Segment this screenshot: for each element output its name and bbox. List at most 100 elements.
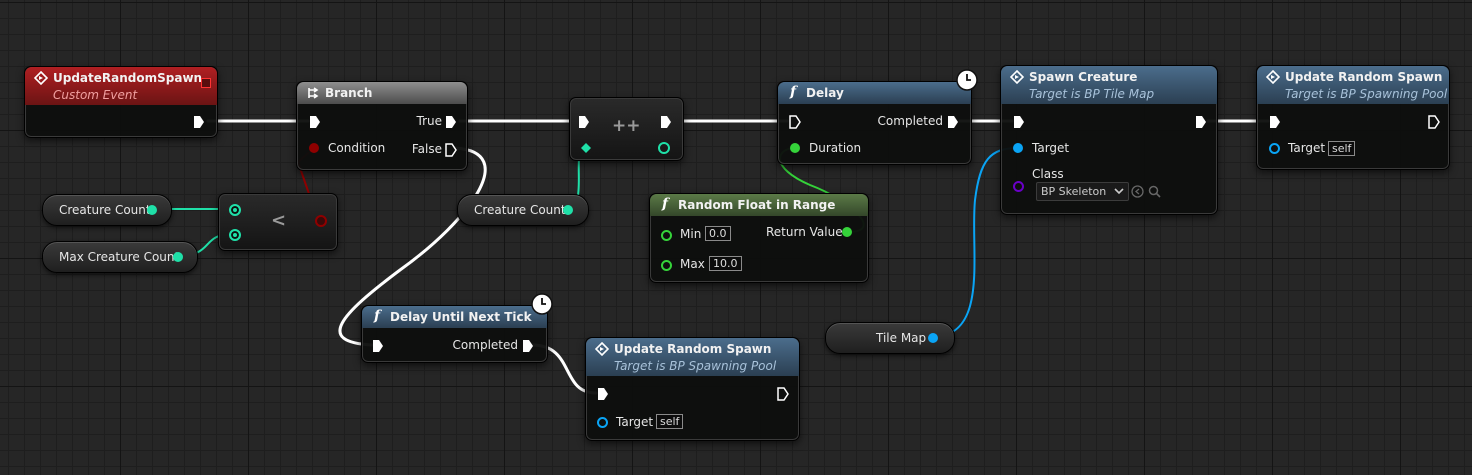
class-dropdown-value: BP Skeleton	[1041, 185, 1107, 198]
function-f-icon: f	[790, 84, 797, 100]
increment-in-diamond-pin[interactable]	[581, 143, 591, 153]
increment-symbol: ++	[612, 116, 641, 136]
update-random-spawn-title-1: Update Random Spawn	[1285, 70, 1443, 84]
random-float-node[interactable]: f Random Float in Range Min 0.0 Return V…	[649, 193, 869, 283]
max-label: Max	[680, 257, 705, 271]
delaytick-exec-out-pin[interactable]	[522, 339, 534, 353]
min-label: Min	[680, 227, 702, 241]
compare-result-pin[interactable]	[315, 215, 327, 227]
function-f-icon: f	[662, 196, 669, 212]
update-random-spawn-header-2: Update Random Spawn Target is BP Spawnin…	[586, 338, 799, 376]
creature-count-out-pin[interactable]	[147, 205, 157, 215]
update-random-spawn-header-1: Update Random Spawn Target is BP Spawnin…	[1257, 66, 1449, 104]
delegate-pin[interactable]	[201, 78, 211, 88]
true-exec-pin[interactable]	[445, 115, 457, 129]
update-random-spawn-node-1[interactable]: Update Random Spawn Target is BP Spawnin…	[1256, 65, 1450, 170]
random-float-title: Random Float in Range	[678, 198, 836, 212]
false-exec-pin[interactable]	[445, 143, 457, 157]
compare-symbol: <	[271, 210, 287, 231]
less-than-node[interactable]: <	[218, 193, 338, 251]
max-creature-count-getter[interactable]: Max Creature Count	[42, 241, 198, 273]
update-target-label-2: Target	[616, 415, 654, 429]
tile-map-getter[interactable]: Tile Map	[825, 322, 955, 354]
delaytick-completed-label: Completed	[452, 338, 518, 352]
update-target-pin-1[interactable]	[1269, 143, 1280, 154]
min-pin[interactable]	[661, 230, 672, 241]
delay-next-tick-title: Delay Until Next Tick	[390, 310, 532, 324]
delay-node[interactable]: f Delay Completed Duration	[777, 81, 972, 165]
custom-event-node[interactable]: UpdateRandomSpawn Custom Event	[24, 66, 218, 138]
false-label: False	[411, 142, 442, 156]
diamond-arrow-icon	[1266, 70, 1280, 84]
creature-count-getter-1[interactable]: Creature Count	[42, 194, 172, 226]
max-value-input[interactable]: 10.0	[709, 256, 742, 271]
delay-exec-out-pin[interactable]	[947, 115, 959, 129]
duration-label: Duration	[809, 141, 862, 155]
delay-header: f Delay	[778, 82, 971, 104]
increment-node[interactable]: ++	[569, 97, 684, 161]
custom-event-title: UpdateRandomSpawn	[53, 71, 203, 85]
custom-event-header: UpdateRandomSpawn Custom Event	[25, 67, 217, 105]
spawn-target-pin[interactable]	[1013, 143, 1023, 153]
random-float-header: f Random Float in Range	[650, 194, 868, 216]
clock-icon	[956, 69, 978, 91]
update-random-spawn-node-2[interactable]: Update Random Spawn Target is BP Spawnin…	[585, 337, 800, 441]
tile-map-label: Tile Map	[876, 331, 927, 345]
duration-pin[interactable]	[790, 143, 800, 153]
use-selected-icon[interactable]	[1131, 185, 1144, 198]
diamond-arrow-icon	[595, 342, 609, 356]
update-random-spawn-subtitle-2: Target is BP Spawning Pool	[614, 359, 777, 373]
update-exec-out-pin-2[interactable]	[777, 387, 789, 401]
browse-search-icon[interactable]	[1148, 185, 1161, 198]
condition-pin[interactable]	[309, 143, 319, 153]
spawn-creature-header: Spawn Creature Target is BP Tile Map	[1001, 66, 1217, 104]
branch-header: Branch	[297, 82, 467, 104]
max-creature-count-out-pin[interactable]	[173, 252, 183, 262]
chevron-down-icon	[1114, 188, 1124, 195]
creature-count-label: Creature Count	[59, 203, 151, 217]
spawn-exec-out-pin[interactable]	[1195, 115, 1207, 129]
max-creature-count-label: Max Creature Count	[59, 250, 180, 264]
branch-node[interactable]: Branch True Condition False	[296, 81, 468, 171]
class-label: Class	[1032, 167, 1064, 181]
class-dropdown[interactable]: BP Skeleton	[1036, 182, 1129, 201]
true-label: True	[416, 114, 443, 128]
creature-count-label-2: Creature Count	[474, 203, 566, 217]
increment-out-pin[interactable]	[658, 142, 670, 154]
diamond-arrow-icon	[1010, 70, 1024, 84]
function-f-icon: f	[374, 308, 381, 324]
spawn-target-label: Target	[1032, 141, 1070, 155]
increment-exec-in-pin[interactable]	[578, 115, 590, 129]
update-exec-in-pin-2[interactable]	[597, 387, 609, 401]
spawn-creature-subtitle: Target is BP Tile Map	[1029, 87, 1155, 101]
creature-count-getter-2[interactable]: Creature Count	[457, 194, 589, 226]
spawn-creature-node[interactable]: Spawn Creature Target is BP Tile Map Tar…	[1000, 65, 1218, 215]
max-pin[interactable]	[661, 260, 672, 271]
compare-a-pin[interactable]	[229, 204, 241, 216]
class-pin[interactable]	[1013, 181, 1024, 192]
custom-event-subtitle: Custom Event	[53, 88, 138, 102]
return-value-pin[interactable]	[842, 227, 852, 237]
delay-exec-in-pin[interactable]	[789, 115, 801, 129]
return-value-label: Return Value	[766, 225, 843, 239]
update-self-input-1[interactable]: self	[1328, 141, 1356, 156]
delay-title: Delay	[806, 86, 844, 100]
delay-next-tick-node[interactable]: f Delay Until Next Tick Completed	[361, 305, 548, 363]
min-value-input[interactable]: 0.0	[705, 226, 731, 241]
delaytick-exec-in-pin[interactable]	[372, 339, 384, 353]
creature-count-out-pin-2[interactable]	[563, 205, 573, 215]
update-exec-out-pin-1[interactable]	[1428, 115, 1440, 129]
compare-b-pin[interactable]	[229, 229, 241, 241]
update-self-input-2[interactable]: self	[656, 414, 684, 429]
exec-out-pin[interactable]	[193, 115, 205, 129]
clock-icon	[531, 293, 553, 315]
update-target-pin-2[interactable]	[597, 417, 608, 428]
delay-completed-label: Completed	[877, 114, 943, 128]
spawn-exec-in-pin[interactable]	[1013, 115, 1025, 129]
update-exec-in-pin-1[interactable]	[1269, 115, 1281, 129]
update-target-label-1: Target	[1288, 141, 1326, 155]
update-random-spawn-subtitle-1: Target is BP Spawning Pool	[1285, 87, 1448, 101]
exec-in-pin[interactable]	[309, 115, 321, 129]
increment-exec-out-pin[interactable]	[660, 115, 672, 129]
tile-map-out-pin[interactable]	[928, 333, 938, 343]
